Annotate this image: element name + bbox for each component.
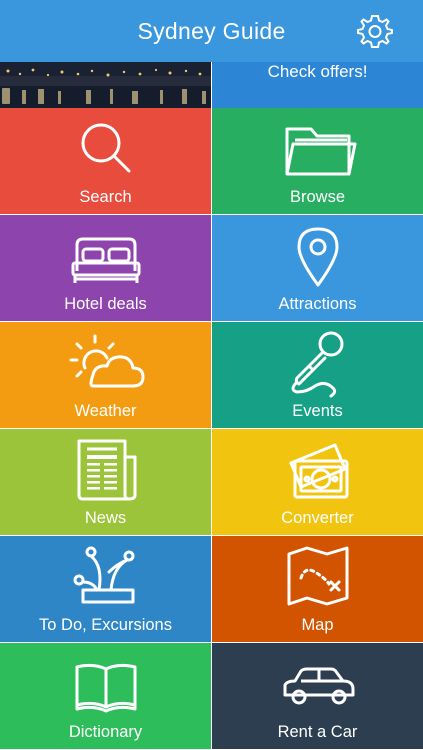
city-night-image — [0, 62, 211, 108]
grid-divider — [0, 642, 423, 643]
tile-events[interactable]: Events — [212, 322, 423, 428]
book-icon — [75, 663, 137, 713]
money-icon — [289, 443, 349, 499]
car-icon — [283, 667, 355, 705]
grid-divider — [0, 214, 423, 215]
tile-weather-label: Weather — [74, 402, 137, 420]
grid-divider-vertical — [211, 108, 212, 750]
grid-divider — [0, 321, 423, 322]
tile-news-label: News — [84, 509, 127, 527]
tile-search[interactable]: Search — [0, 108, 211, 214]
tile-converter-label: Converter — [281, 509, 354, 527]
search-icon — [81, 123, 131, 173]
app-header: Sydney Guide — [0, 0, 423, 62]
map-pin-icon — [297, 227, 339, 287]
gear-icon[interactable] — [357, 13, 393, 49]
grid-divider — [0, 428, 423, 429]
microphone-icon — [291, 331, 344, 398]
tile-converter[interactable]: Converter — [212, 429, 423, 535]
tile-browse-label: Browse — [289, 188, 346, 206]
offers-text: Check offers! — [267, 62, 368, 81]
tile-events-label: Events — [292, 402, 343, 420]
tile-weather[interactable]: Weather — [0, 322, 211, 428]
tile-map[interactable]: Map — [212, 536, 423, 642]
tile-browse[interactable]: Browse — [212, 108, 423, 214]
tile-attractions[interactable]: Attractions — [212, 215, 423, 321]
tile-rent-a-car[interactable]: Rent a Car — [212, 643, 423, 749]
folder-icon — [285, 127, 357, 176]
tile-map-label: Map — [301, 616, 334, 634]
tile-todo-excursions-label: To Do, Excursions — [39, 616, 172, 634]
tile-search-label: Search — [79, 188, 132, 206]
tile-hotel-deals[interactable]: Hotel deals — [0, 215, 211, 321]
banner-photo[interactable] — [0, 62, 211, 108]
tile-todo-excursions[interactable]: To Do, Excursions — [0, 536, 211, 642]
tile-news[interactable]: News — [0, 429, 211, 535]
jester-hat-icon — [73, 546, 135, 604]
bed-icon — [71, 237, 141, 283]
tile-dictionary-label: Dictionary — [68, 723, 143, 741]
grid-divider — [0, 535, 423, 536]
tile-hotel-deals-label: Hotel deals — [64, 295, 147, 313]
sun-cloud-icon — [69, 334, 145, 388]
tile-dictionary[interactable]: Dictionary — [0, 643, 211, 749]
tile-attractions-label: Attractions — [278, 295, 357, 313]
offers-banner[interactable]: Check offers! — [212, 62, 423, 108]
newspaper-icon — [77, 439, 137, 501]
tile-rent-a-car-label: Rent a Car — [277, 723, 358, 741]
treasure-map-icon — [287, 546, 349, 606]
